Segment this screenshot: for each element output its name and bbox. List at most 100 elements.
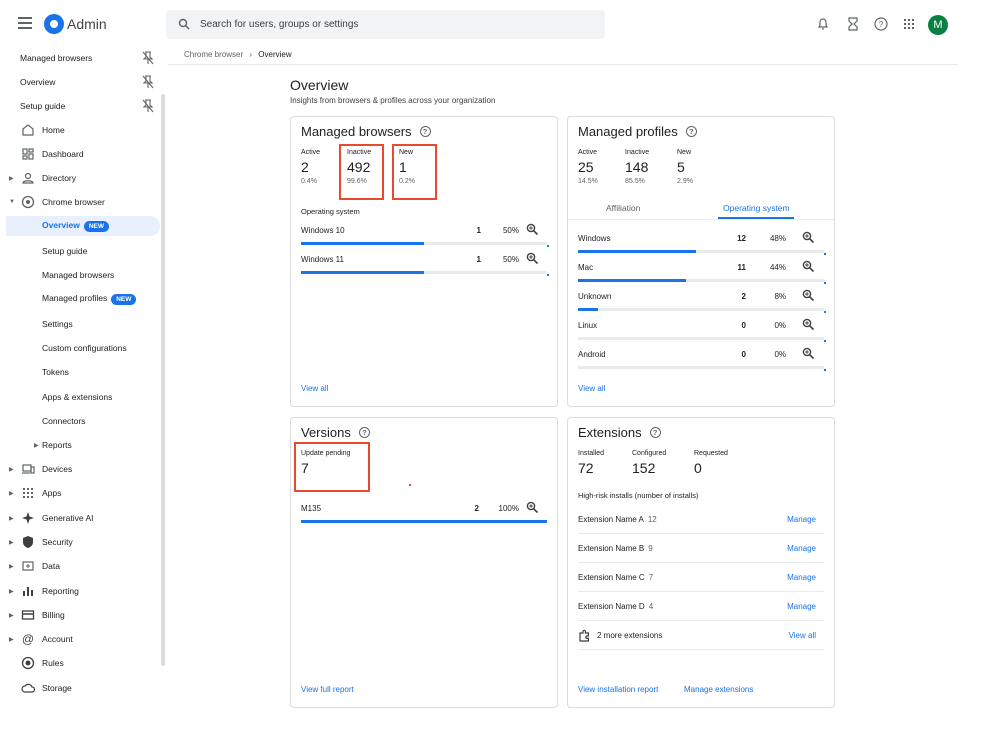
zoom-in-icon[interactable]: [526, 501, 539, 514]
sidebar-item-generative-ai[interactable]: ▶ Generative AI: [0, 508, 160, 528]
top-app-bar: Admin ? M: [0, 0, 981, 48]
manage-extensions-link[interactable]: Manage extensions: [684, 685, 753, 694]
extension-row: Extension Name D 4 Manage: [578, 592, 824, 621]
tab-divider: [568, 219, 834, 220]
rules-icon: [21, 656, 35, 670]
sidebar-item-dashboard[interactable]: Dashboard: [0, 144, 160, 164]
manage-link[interactable]: Manage: [787, 515, 816, 524]
expand-arrow-icon[interactable]: ▶: [9, 175, 14, 182]
hourglass-icon[interactable]: [845, 16, 861, 32]
pinned-overview[interactable]: Overview: [0, 72, 160, 92]
pinned-managed-browsers[interactable]: Managed browsers: [0, 48, 160, 68]
expand-arrow-icon[interactable]: ▶: [9, 539, 14, 546]
sidebar-item-managed-browsers[interactable]: Managed browsers: [0, 265, 160, 285]
sidebar-item-chrome-browser[interactable]: ▼ Chrome browser: [0, 192, 160, 212]
stat-requested[interactable]: Requested 0: [694, 450, 728, 476]
help-icon[interactable]: ?: [358, 427, 370, 438]
expand-arrow-icon[interactable]: ▶: [9, 515, 14, 522]
sidebar-item-custom-configurations[interactable]: Custom configurations: [0, 338, 160, 358]
card-title: Versions?: [301, 425, 370, 440]
sidebar-item-label: Overview: [42, 220, 80, 230]
view-all-link[interactable]: View all: [301, 384, 328, 393]
expand-arrow-icon[interactable]: ▶: [9, 563, 14, 570]
expand-arrow-icon[interactable]: ▶: [9, 490, 14, 497]
sidebar-item-rules[interactable]: Rules: [0, 653, 160, 673]
zoom-in-icon[interactable]: [802, 347, 815, 360]
sidebar-item-billing[interactable]: ▶ Billing: [0, 605, 160, 625]
unpin-icon[interactable]: [142, 75, 154, 89]
sidebar-item-reports[interactable]: ▶ Reports: [0, 435, 160, 455]
expand-arrow-icon[interactable]: ▶: [9, 636, 14, 643]
os-row: Windows 11 1 50%: [301, 251, 549, 279]
sidebar-item-home[interactable]: Home: [0, 120, 160, 140]
new-badge: NEW: [83, 221, 109, 232]
collapse-arrow-icon[interactable]: ▼: [9, 199, 15, 205]
sidebar-item-devices[interactable]: ▶ Devices: [0, 459, 160, 479]
progress-fill: [578, 250, 697, 253]
help-icon[interactable]: ?: [685, 126, 697, 137]
stat-active[interactable]: Active 2 0.4%: [301, 149, 320, 185]
expand-arrow-icon[interactable]: ▶: [9, 588, 14, 595]
admin-logo-icon[interactable]: [44, 14, 64, 34]
view-installation-report-link[interactable]: View installation report: [578, 685, 658, 694]
tab-affiliation[interactable]: Affiliation: [606, 203, 640, 213]
bell-icon[interactable]: [815, 16, 831, 32]
card-icon: [21, 610, 35, 620]
zoom-in-icon[interactable]: [802, 289, 815, 302]
breadcrumb-chrome-browser[interactable]: Chrome browser: [184, 50, 243, 59]
page-title: Overview: [290, 77, 349, 93]
sidebar-item-security[interactable]: ▶ Security: [0, 532, 160, 552]
stat-active[interactable]: Active 25 14.5%: [578, 149, 598, 185]
sidebar-item-overview[interactable]: Overview NEW: [6, 216, 160, 236]
zoom-in-icon[interactable]: [526, 223, 539, 236]
sidebar-item-managed-profiles[interactable]: Managed profiles NEW: [0, 289, 160, 309]
unpin-icon[interactable]: [142, 99, 154, 113]
expand-arrow-icon[interactable]: ▶: [9, 612, 14, 619]
zoom-in-icon[interactable]: [802, 260, 815, 273]
zoom-in-icon[interactable]: [802, 318, 815, 331]
sparkle-icon: [22, 512, 34, 524]
extension-name: Extension Name A: [578, 515, 644, 524]
search-input[interactable]: [200, 10, 590, 39]
zoom-in-icon[interactable]: [802, 231, 815, 244]
view-full-report-link[interactable]: View full report: [301, 685, 354, 694]
search-icon: [178, 18, 190, 30]
help-icon[interactable]: ?: [649, 427, 661, 438]
zoom-in-icon[interactable]: [526, 252, 539, 265]
pinned-setup-guide[interactable]: Setup guide: [0, 96, 160, 116]
view-all-link[interactable]: View all: [578, 384, 605, 393]
sidebar-item-storage[interactable]: Storage: [0, 678, 160, 698]
help-icon[interactable]: ?: [873, 16, 889, 32]
sidebar-scrollbar[interactable]: [161, 94, 165, 666]
manage-link[interactable]: Manage: [787, 602, 816, 611]
apps-launcher-icon[interactable]: [901, 16, 917, 32]
sidebar-item-data[interactable]: ▶ Data: [0, 556, 160, 576]
sidebar-item-reporting[interactable]: ▶ Reporting: [0, 581, 160, 601]
highlight-box: [392, 144, 437, 200]
progress-fill: [578, 308, 598, 311]
view-all-extensions-link[interactable]: View all: [789, 631, 816, 640]
expand-arrow-icon[interactable]: ▶: [34, 442, 39, 449]
sidebar-item-apps-extensions[interactable]: Apps & extensions: [0, 387, 160, 407]
sidebar-item-account[interactable]: ▶ @ Account: [0, 629, 160, 649]
avatar[interactable]: M: [928, 15, 948, 35]
tab-operating-system[interactable]: Operating system: [723, 203, 790, 213]
new-badge: NEW: [111, 294, 137, 305]
stat-configured[interactable]: Configured 152: [632, 450, 666, 476]
expand-arrow-icon[interactable]: ▶: [9, 466, 14, 473]
unpin-icon[interactable]: [142, 51, 154, 65]
manage-link[interactable]: Manage: [787, 544, 816, 553]
sidebar-item-connectors[interactable]: Connectors: [0, 411, 160, 431]
sidebar-item-directory[interactable]: ▶ Directory: [0, 168, 160, 188]
sidebar-item-setup-guide[interactable]: Setup guide: [0, 241, 160, 261]
sidebar-item-settings[interactable]: Settings: [0, 314, 160, 334]
sidebar-item-tokens[interactable]: Tokens: [0, 362, 160, 382]
stat-installed[interactable]: Installed 72: [578, 450, 604, 476]
stat-new[interactable]: New 5 2.9%: [677, 149, 693, 185]
stat-inactive[interactable]: Inactive 148 85.5%: [625, 149, 649, 185]
search-bar[interactable]: [166, 10, 605, 39]
help-icon[interactable]: ?: [419, 126, 431, 137]
sidebar-item-apps[interactable]: ▶ Apps: [0, 483, 160, 503]
main-menu-icon[interactable]: [18, 17, 32, 29]
manage-link[interactable]: Manage: [787, 573, 816, 582]
